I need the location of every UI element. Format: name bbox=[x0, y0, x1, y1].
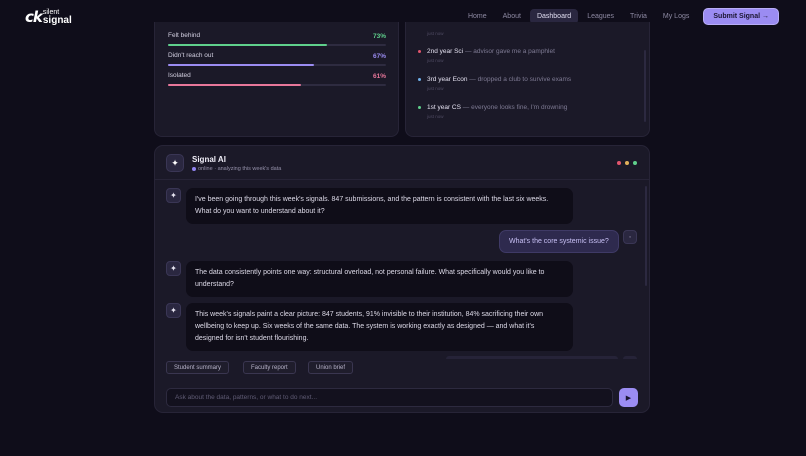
feed-dot bbox=[418, 50, 421, 53]
chip-union-brief[interactable]: Union brief bbox=[308, 361, 354, 374]
feed-time: just now bbox=[427, 114, 444, 119]
logo-word-big: signal bbox=[42, 14, 72, 26]
online-dot-icon bbox=[192, 166, 196, 171]
yellow-dot-icon bbox=[625, 161, 629, 165]
ai-message: The data consistently points one way: st… bbox=[186, 261, 573, 297]
stat-bar bbox=[168, 84, 386, 86]
feed-time: just now bbox=[427, 86, 444, 91]
feed-dot bbox=[418, 106, 421, 109]
stat-bar-fill bbox=[168, 84, 301, 86]
feed-message: — advisor gave me a pamphlet bbox=[464, 48, 555, 55]
send-icon: ▶ bbox=[625, 394, 632, 402]
sparkle-icon: ✦ bbox=[166, 261, 181, 276]
stat-label: Didn't reach out bbox=[168, 52, 214, 59]
stat-value: 61% bbox=[372, 73, 386, 80]
signal-feed-card: just now 2nd year Sci — advisor gave me … bbox=[405, 22, 650, 137]
stat-bar-fill bbox=[168, 44, 328, 46]
chat-status: online · analyzing this week's data bbox=[192, 166, 281, 172]
logo[interactable]: ck silent signal bbox=[25, 8, 72, 26]
top-nav: ck silent signal Home About Dashboard Le… bbox=[0, 0, 806, 32]
green-dot-icon bbox=[633, 161, 637, 165]
chat-title: Signal AI bbox=[192, 155, 226, 164]
sparkle-icon: ✦ bbox=[166, 303, 181, 318]
stat-bar bbox=[168, 44, 386, 46]
ai-message: I've been going through this week's sign… bbox=[186, 188, 573, 224]
feed-dot bbox=[418, 78, 421, 81]
sparkle-icon: ✦ bbox=[166, 188, 181, 203]
stat-label: Felt behind bbox=[168, 32, 201, 39]
logo-mark: ck bbox=[25, 8, 43, 26]
window-dots bbox=[617, 161, 637, 165]
feed-time: just now bbox=[427, 58, 444, 63]
feed-message: — everyone looks fine, I'm drowning bbox=[462, 104, 568, 111]
feed-who: 1st year CS bbox=[427, 104, 461, 111]
stats-card: Felt behind 73% Didn't reach out 67% Iso… bbox=[154, 22, 399, 137]
ai-message: This week's signals paint a clear pictur… bbox=[186, 303, 573, 351]
feed-message: — dropped a club to survive exams bbox=[469, 76, 572, 83]
chip-faculty-report[interactable]: Faculty report bbox=[243, 361, 296, 374]
user-message: What's the core systemic issue? bbox=[499, 230, 619, 253]
stat-label: Isolated bbox=[168, 72, 191, 79]
chat-header: ✦ Signal AI online · analyzing this week… bbox=[155, 146, 649, 180]
nav-link-my-logs[interactable]: My Logs bbox=[656, 9, 696, 24]
sparkle-icon: ✦ bbox=[166, 154, 184, 172]
stat-bar-fill bbox=[168, 64, 315, 66]
chat-status-text: online · analyzing this week's data bbox=[198, 166, 282, 172]
stat-value: 67% bbox=[372, 53, 386, 60]
feed-scrollbar[interactable] bbox=[644, 50, 646, 122]
send-button[interactable]: ▶ bbox=[619, 388, 638, 407]
user-icon: ◦ bbox=[623, 230, 637, 244]
submit-signal-button[interactable]: Submit Signal → bbox=[703, 8, 779, 25]
feed-who: 3rd year Econ bbox=[427, 76, 468, 83]
chat-input[interactable] bbox=[166, 388, 613, 407]
stat-bar bbox=[168, 64, 386, 66]
chat-scrollbar[interactable] bbox=[645, 186, 647, 286]
feed-time: just now bbox=[427, 31, 444, 36]
red-dot-icon bbox=[617, 161, 621, 165]
stat-value: 73% bbox=[372, 33, 386, 40]
feed-who: 2nd year Sci bbox=[427, 48, 464, 55]
chip-student-summary[interactable]: Student summary bbox=[166, 361, 230, 374]
signal-ai-chat: ✦ Signal AI online · analyzing this week… bbox=[154, 145, 650, 413]
message-peek bbox=[446, 356, 618, 359]
avatar-peek bbox=[623, 356, 637, 359]
